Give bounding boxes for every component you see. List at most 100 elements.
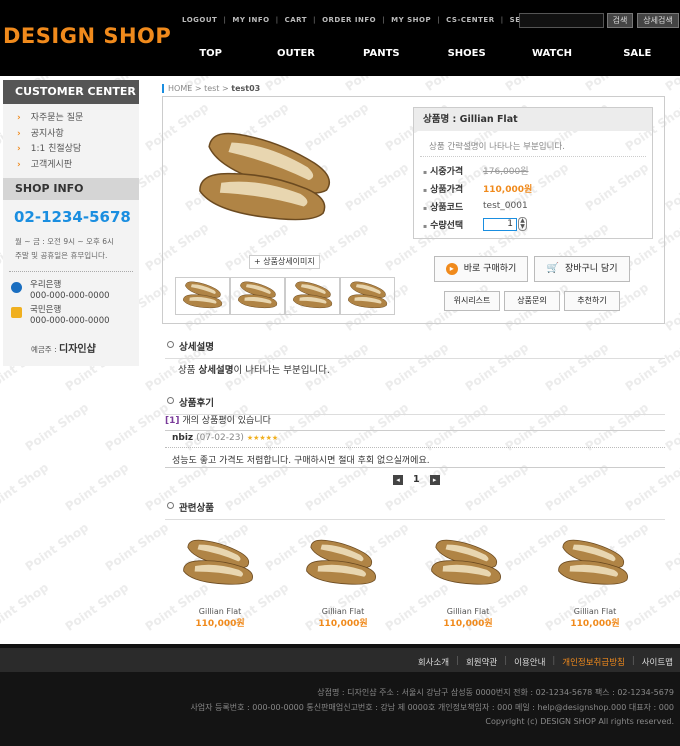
thumbnail[interactable] bbox=[175, 277, 230, 315]
breadcrumb-home[interactable]: HOME bbox=[168, 84, 192, 93]
product-code: test_0001 bbox=[483, 201, 528, 211]
logo[interactable]: DESIGN SHOP bbox=[3, 24, 171, 48]
bank2-name: 국민은행 bbox=[30, 305, 62, 315]
cc-item-faq[interactable]: 자주묻는 질문 bbox=[17, 110, 139, 126]
bank1-name: 우리은행 bbox=[30, 280, 62, 290]
related-product-item[interactable]: Gillian Flat 110,000원 bbox=[298, 535, 388, 629]
search-button[interactable]: 검색 bbox=[607, 13, 633, 28]
review-author: nbiz bbox=[172, 433, 194, 443]
hours-weekday: 월 ~ 금 : 오전 9시 ~ 오후 6시 bbox=[15, 237, 114, 246]
related-product-price: 110,000원 bbox=[195, 619, 245, 629]
footer-link-guide[interactable]: 이용안내 bbox=[507, 656, 552, 668]
footer-link-company[interactable]: 회사소개 bbox=[411, 656, 456, 668]
watermark: Point Shop bbox=[62, 580, 131, 634]
cc-item-board[interactable]: 고객게시판 bbox=[17, 157, 139, 173]
retail-price: 176,000원 bbox=[483, 166, 529, 177]
top-link-myinfo[interactable]: MY INFO bbox=[226, 16, 275, 24]
related-product-image[interactable] bbox=[423, 535, 513, 590]
hours-weekend: 주말 및 공휴일은 휴무입니다. bbox=[15, 251, 108, 260]
top-link-cscenter[interactable]: CS-CENTER bbox=[440, 16, 500, 24]
cart-icon: 🛒 bbox=[546, 263, 559, 274]
arrow-right-icon: ▸ bbox=[445, 262, 458, 275]
quantity-stepper[interactable]: ▲ ▼ bbox=[518, 217, 527, 231]
top-link-cart[interactable]: CART bbox=[279, 16, 313, 24]
nav-sale[interactable]: SALE bbox=[595, 48, 680, 59]
nav-pants[interactable]: PANTS bbox=[339, 48, 424, 59]
top-link-orderinfo[interactable]: ORDER INFO bbox=[316, 16, 382, 24]
related-product-item[interactable]: Gillian Flat 110,000원 bbox=[175, 535, 265, 629]
watermark: Point Shop bbox=[102, 520, 171, 574]
nav-watch[interactable]: WATCH bbox=[509, 48, 594, 59]
product-code-label: 상품코드 bbox=[423, 200, 483, 213]
watermark: Point Shop bbox=[22, 520, 91, 574]
prev-page-icon[interactable]: ◂ bbox=[393, 474, 403, 485]
watermark: Point Shop bbox=[0, 580, 51, 634]
related-product-image[interactable] bbox=[298, 535, 388, 590]
detail-section-title: 상세설명 bbox=[165, 339, 665, 359]
product-title: 상품명 : Gillian Flat bbox=[414, 108, 652, 131]
product-summary: 상품 간략설명이 나타나는 부분입니다. bbox=[420, 131, 646, 157]
retail-price-label: 시중가격 bbox=[423, 164, 483, 177]
kb-bank-icon bbox=[11, 307, 22, 318]
sale-price: 110,000원 bbox=[483, 184, 533, 195]
woori-bank-icon bbox=[11, 282, 22, 293]
related-product-image[interactable] bbox=[175, 535, 265, 590]
footer-line-1: 상점명 : 디자인샵 주소 : 서울시 강남구 삼성동 0000번지 전화 : … bbox=[317, 688, 674, 697]
sidebar: CUSTOMER CENTER 자주묻는 질문 공지사항 1:1 친절상담 고객… bbox=[3, 80, 139, 366]
footer-line-2: 사업자 등록번호 : 000-00-0000 통신판매업신고번호 : 강남 제 … bbox=[190, 702, 674, 712]
review-date: (07-02-23) bbox=[196, 433, 244, 443]
bank-info: 우리은행 000-000-000-0000 국민은행 000-000-000-000… bbox=[9, 271, 133, 327]
related-product-item[interactable]: Gillian Flat 110,000원 bbox=[423, 535, 513, 629]
breadcrumb-current: test03 bbox=[231, 84, 261, 93]
nav-top[interactable]: TOP bbox=[168, 48, 253, 59]
nav-outer[interactable]: OUTER bbox=[253, 48, 338, 59]
top-link-myshop[interactable]: MY SHOP bbox=[385, 16, 437, 24]
customer-center-list: 자주묻는 질문 공지사항 1:1 친절상담 고객게시판 bbox=[3, 104, 139, 172]
related-section-title: 관련상품 bbox=[165, 500, 665, 520]
detail-search-button[interactable]: 상세검색 bbox=[637, 13, 679, 28]
header: DESIGN SHOP LOGOUT | MY INFO | CART | ORDER… bbox=[0, 0, 680, 76]
search-input[interactable] bbox=[519, 13, 604, 28]
related-product-name[interactable]: Gillian Flat bbox=[175, 607, 265, 616]
related-product-name[interactable]: Gillian Flat bbox=[550, 607, 640, 616]
thumbnail[interactable] bbox=[285, 277, 340, 315]
product-inquiry-button[interactable]: 상품문의 bbox=[504, 291, 560, 311]
next-page-icon[interactable]: ▸ bbox=[429, 474, 440, 485]
review-text: 성능도 좋고 가격도 저렴합니다. 구매하시면 절대 후회 없으실꺼에요. bbox=[172, 456, 430, 466]
star-rating-icon: ★★★★★ bbox=[246, 434, 279, 442]
related-product-name[interactable]: Gillian Flat bbox=[423, 607, 513, 616]
top-link-logout[interactable]: LOGOUT bbox=[176, 16, 223, 24]
footer-link-sitemap[interactable]: 사이트맵 bbox=[635, 656, 680, 668]
page-number[interactable]: 1 bbox=[413, 474, 420, 485]
detail-text: 상품 상세설명이 나타나는 부분입니다. bbox=[178, 365, 330, 376]
watermark: Point Shop bbox=[0, 460, 51, 514]
thumbnail[interactable] bbox=[230, 277, 285, 315]
copyright: Copyright (c) DESIGN SHOP All rights res… bbox=[485, 717, 674, 726]
zoom-image-button[interactable]: + 상품상세이미지 bbox=[249, 255, 320, 269]
top-links: LOGOUT | MY INFO | CART | ORDER INFO | MY SH… bbox=[176, 16, 550, 24]
shop-info-title: SHOP INFO bbox=[3, 178, 139, 200]
thumbnail[interactable] bbox=[340, 277, 395, 315]
watermark: Point Shop bbox=[62, 460, 131, 514]
recommend-button[interactable]: 추천하기 bbox=[564, 291, 620, 311]
product-main-image bbox=[199, 132, 330, 221]
footer-link-privacy[interactable]: 개인정보취급방침 bbox=[555, 656, 632, 668]
product-box: + 상품상세이미지 상품명 : Gillian Flat 상품 간략설명이 나타… bbox=[162, 96, 665, 324]
wishlist-button[interactable]: 위시리스트 bbox=[444, 291, 500, 311]
quantity-label: 수량선택 bbox=[423, 218, 483, 231]
watermark: Point Shop bbox=[662, 400, 680, 454]
footer-link-terms[interactable]: 회원약관 bbox=[459, 656, 504, 668]
related-product-item[interactable]: Gillian Flat 110,000원 bbox=[550, 535, 640, 629]
related-product-image[interactable] bbox=[550, 535, 640, 590]
breadcrumb-category[interactable]: test bbox=[204, 84, 219, 93]
footer-links-bar: 회사소개 | 회원약관 | 이용안내 | 개인정보취급방침 | 사이트맵 bbox=[0, 644, 680, 672]
cc-item-notice[interactable]: 공지사항 bbox=[17, 126, 139, 142]
watermark: Point Shop bbox=[662, 520, 680, 574]
related-product-name[interactable]: Gillian Flat bbox=[298, 607, 388, 616]
buy-now-button[interactable]: ▸ 바로 구매하기 bbox=[434, 256, 528, 282]
quantity-input[interactable]: 1 bbox=[483, 217, 517, 231]
nav-shoes[interactable]: SHOES bbox=[424, 48, 509, 59]
watermark: Point Shop bbox=[662, 160, 680, 214]
add-to-cart-button[interactable]: 🛒 장바구니 담기 bbox=[534, 256, 630, 282]
cc-item-consult[interactable]: 1:1 친절상담 bbox=[17, 141, 139, 157]
